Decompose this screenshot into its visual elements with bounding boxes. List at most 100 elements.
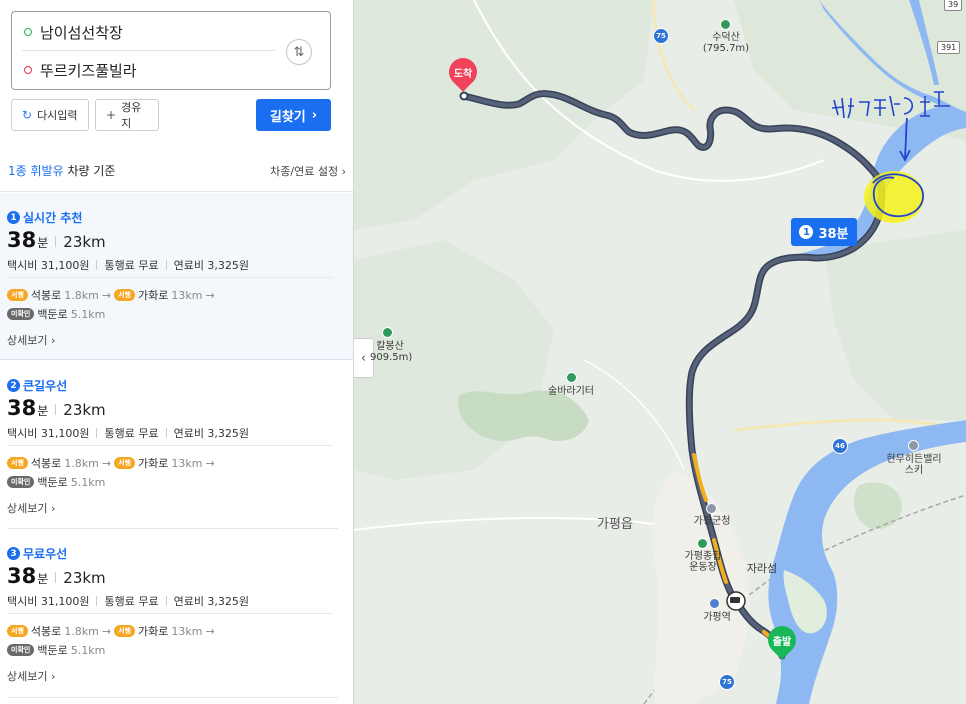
traffic-tag: 서행 [7, 625, 28, 637]
road-distance: 1.8km [64, 288, 99, 302]
traffic-tag: 미확인 [7, 476, 35, 488]
map-canvas[interactable] [354, 0, 966, 704]
duration-minutes: 38 [7, 396, 37, 420]
road-summary-line-1: 서행 석봉로 1.8km → 서행 가화로 13km → [7, 623, 218, 639]
action-row: ↻ 다시입력 + 경유지 길찾기 › [11, 99, 331, 131]
separator [55, 572, 57, 583]
destination-dot-icon [24, 66, 32, 74]
chevron-right-icon: › [50, 334, 56, 347]
map-label-ski: 현무히든밸리 스키 [880, 454, 948, 476]
swap-arrows-icon: ⇅ [293, 44, 305, 60]
road-distance: 13km [171, 624, 203, 638]
map-label-suduksan: 수덕산 (795.7m) [700, 32, 752, 54]
stadium-icon [697, 538, 708, 549]
train-station-icon [709, 598, 720, 609]
basis-rest: 차량 기준 [67, 164, 116, 178]
traffic-tag: 서행 [7, 289, 28, 301]
map-label-office: 가평군청 [693, 516, 731, 527]
separator [165, 596, 167, 606]
road-name: 백둔로 [37, 476, 68, 489]
route-number-badge: 2 [7, 379, 20, 392]
road-distance: 13km [171, 288, 203, 302]
origin-field[interactable]: 남이섬선착장 [12, 13, 282, 51]
road-distance: 5.1km [70, 307, 106, 321]
vehicle-settings-link[interactable]: 차종/연료 설정 › [270, 163, 346, 179]
find-route-button[interactable]: 길찾기 › [256, 99, 331, 131]
arrow-right-icon: → [205, 456, 215, 470]
route-option-title: 2 큰길우선 [7, 377, 67, 394]
route-detail-link[interactable]: 상세보기 › [7, 332, 55, 348]
route-option-label: 큰길우선 [23, 379, 68, 393]
traffic-tag: 서행 [7, 457, 28, 469]
duration-unit: 분 [37, 404, 49, 418]
route-costs: 택시비 31,100원 통행료 무료 연료비 3,325원 [7, 425, 249, 441]
map-svg [354, 0, 966, 704]
reset-button[interactable]: ↻ 다시입력 [11, 99, 89, 131]
route-duration-bubble[interactable]: 1 38분 [791, 218, 857, 246]
road-number-39: 39 [944, 0, 963, 11]
road-name: 가화로 [137, 289, 169, 302]
swap-button[interactable]: ⇅ [286, 39, 312, 65]
road-distance: 1.8km [64, 624, 99, 638]
find-route-label: 길찾기 [269, 109, 306, 125]
route-result-3[interactable]: 3 무료우선 38 분 23km 택시비 31,100원 통행료 무료 연료비 … [0, 529, 353, 699]
duration-unit: 분 [37, 572, 49, 586]
separator [55, 236, 57, 247]
route-result-2[interactable]: 2 큰길우선 38 분 23km 택시비 31,100원 통행료 무료 연료비 … [0, 361, 353, 528]
traffic-tag: 서행 [114, 289, 135, 301]
separator [165, 428, 167, 438]
destination-pin-label: 도착 [453, 69, 473, 80]
chevron-right-icon: › [50, 502, 56, 515]
mountain-peak-icon [720, 19, 731, 30]
origin-pin[interactable]: 출발 [762, 620, 802, 660]
ski-name-1: 현무히든밸리 [886, 454, 942, 465]
vehicle-settings-label: 차종/연료 설정 [270, 164, 339, 178]
road-summary-line-1: 서행 석봉로 1.8km → 서행 가화로 13km → [7, 287, 218, 303]
arrow-right-icon: → [101, 456, 112, 470]
route-number-badge: 3 [7, 547, 20, 560]
arrow-right-icon: → [205, 288, 215, 302]
origin-text: 남이섬선착장 [40, 23, 123, 42]
refresh-icon: ↻ [22, 108, 33, 122]
vehicle-basis-row: 1종 휘발유 차량 기준 차종/연료 설정 › [0, 150, 353, 192]
separator [96, 428, 98, 438]
route-costs: 택시비 31,100원 통행료 무료 연료비 3,325원 [7, 257, 249, 273]
mountain-peak-icon [382, 327, 393, 338]
divider [7, 613, 333, 614]
road-summary-line-2: 미확인 백둔로 5.1km [7, 642, 105, 658]
route-option-title: 1 실시간 추천 [7, 209, 82, 226]
route-detail-link[interactable]: 상세보기 › [7, 668, 55, 684]
route-option-label: 실시간 추천 [23, 211, 83, 225]
route-detail-label: 상세보기 [7, 334, 48, 347]
road-summary-line-2: 미확인 백둔로 5.1km [7, 306, 105, 322]
road-distance: 1.8km [64, 456, 99, 470]
road-name: 석봉로 [30, 457, 62, 470]
traffic-tag: 서행 [114, 457, 135, 469]
road-distance: 13km [171, 456, 203, 470]
plus-icon: + [106, 108, 117, 122]
route-duration: 38 분 23km [7, 396, 106, 420]
route-distance: 23km [63, 401, 106, 419]
route-distance: 23km [63, 569, 106, 587]
separator [96, 596, 98, 606]
road-name: 백둔로 [37, 644, 68, 657]
toll-fee: 통행료 무료 [104, 595, 159, 608]
arrow-right-icon: → [205, 624, 215, 638]
chevron-left-icon: ‹ [360, 350, 367, 366]
toll-fee: 통행료 무료 [104, 259, 159, 272]
route-detail-link[interactable]: 상세보기 › [7, 500, 55, 516]
route-distance: 23km [63, 233, 106, 251]
destination-field[interactable]: 뚜르키즈풀빌라 [12, 51, 282, 89]
road-name: 백둔로 [37, 308, 68, 321]
map-label-jaraseom: 자라섬 [746, 562, 778, 575]
map-label-stadium: 가평종합 운동장 [679, 551, 727, 573]
destination-pin[interactable]: 도착 [443, 52, 483, 92]
arrow-right-icon: → [101, 624, 112, 638]
route-costs: 택시비 31,100원 통행료 무료 연료비 3,325원 [7, 593, 249, 609]
route-option-title: 3 무료우선 [7, 545, 67, 562]
stadium-name-2: 운동장 [689, 562, 717, 573]
waypoint-label: 경유지 [121, 101, 142, 130]
government-office-icon [706, 503, 717, 514]
add-waypoint-button[interactable]: + 경유지 [95, 99, 159, 131]
route-result-1[interactable]: 1 실시간 추천 38 분 23km 택시비 31,100원 통행료 무료 연료… [0, 193, 353, 360]
